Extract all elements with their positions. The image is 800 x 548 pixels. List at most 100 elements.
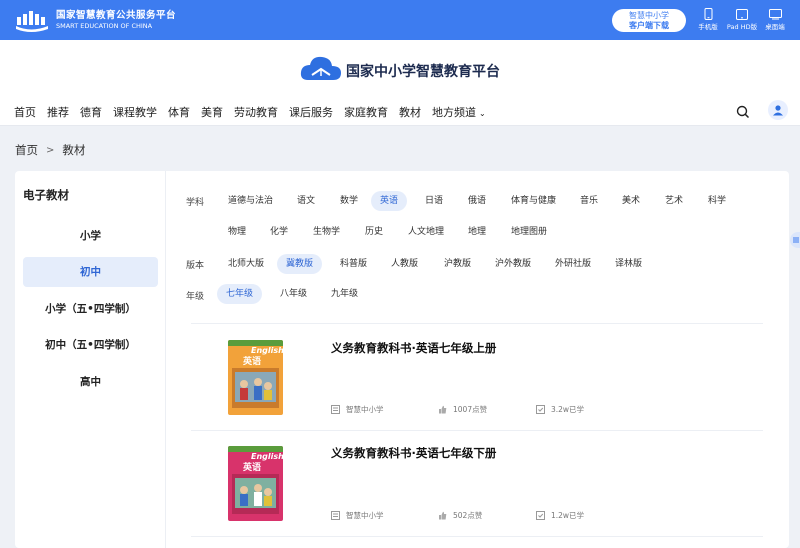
device-pad-label: Pad HD版 <box>726 23 758 31</box>
grade-filter-label: 年级 <box>186 292 205 302</box>
version-option[interactable]: 北师大版 <box>219 254 273 274</box>
nav-item-courses[interactable]: 课程教学 <box>113 104 157 120</box>
study-record-icon <box>536 511 545 520</box>
subject-option[interactable]: 地理图册 <box>502 222 556 242</box>
nav-item-arts[interactable]: 美育 <box>201 104 223 120</box>
version-option[interactable]: 人教版 <box>382 254 427 274</box>
book-publisher: 智慧中小学 <box>331 404 384 415</box>
publisher-icon <box>331 511 340 520</box>
subject-option[interactable]: 美术 <box>613 191 649 211</box>
subject-option[interactable]: 历史 <box>356 222 392 242</box>
sidebar-item-primary[interactable]: 小学 <box>23 221 158 251</box>
nav-item-labor[interactable]: 劳动教育 <box>234 104 278 120</box>
brand-cn-name: 国家智慧教育公共服务平台 <box>56 9 177 21</box>
top-bar: 国家智慧教育公共服务平台 SMART EDUCATION OF CHINA 智慧… <box>0 0 800 40</box>
subject-option[interactable]: 体育与健康 <box>502 191 565 211</box>
divider <box>191 430 763 431</box>
device-phone-label: 手机版 <box>698 23 718 31</box>
book-likes: 1007点赞 <box>438 404 487 415</box>
desktop-icon <box>768 7 782 21</box>
subject-option[interactable]: 数学 <box>331 191 367 211</box>
sidebar-item-primary-54[interactable]: 小学（五•四学制） <box>23 294 158 324</box>
device-pad-link[interactable]: Pad HD版 <box>722 7 762 31</box>
search-icon[interactable] <box>736 104 750 119</box>
sidebar-item-senior[interactable]: 高中 <box>23 367 158 397</box>
cover-cn-label: 英语 <box>243 357 262 367</box>
subject-option[interactable]: 人文地理 <box>399 222 453 242</box>
version-option[interactable]: 译林版 <box>606 254 651 274</box>
thumbs-up-icon <box>438 405 447 414</box>
publisher-name: 智慧中小学 <box>346 511 384 520</box>
subject-option-selected[interactable]: 英语 <box>371 191 408 211</box>
book-learners: 1.2w已学 <box>536 510 584 521</box>
grade-option[interactable]: 八年级 <box>271 284 316 304</box>
grade-option-selected[interactable]: 七年级 <box>217 284 263 304</box>
nav-item-sports[interactable]: 体育 <box>168 104 190 120</box>
cover-cn-label: 英语 <box>243 463 262 473</box>
likes-count: 502点赞 <box>453 511 483 520</box>
platform-logo[interactable]: 国家中小学智慧教育平台 <box>300 54 500 88</box>
divider <box>191 323 763 324</box>
sidebar-title: 电子教材 <box>23 188 69 202</box>
subject-option[interactable]: 化学 <box>261 222 297 242</box>
version-option[interactable]: 沪外教版 <box>486 254 540 274</box>
subject-option[interactable]: 日语 <box>416 191 452 211</box>
logo-row: 国家中小学智慧教育平台 <box>0 40 800 98</box>
nav-item-local-label: 地方频道 <box>432 106 476 119</box>
version-option[interactable]: 科普版 <box>331 254 376 274</box>
nav-item-textbooks[interactable]: 教材 <box>399 104 421 120</box>
breadcrumb-current: 教材 <box>62 143 86 157</box>
tablet-icon <box>736 7 748 21</box>
book-title[interactable]: 义务教育教科书·英语七年级上册 <box>331 340 496 356</box>
subject-option[interactable]: 艺术 <box>656 191 692 211</box>
version-option[interactable]: 沪教版 <box>435 254 480 274</box>
brand-en-name: SMART EDUCATION OF CHINA <box>56 21 153 30</box>
brand[interactable]: 国家智慧教育公共服务平台 SMART EDUCATION OF CHINA <box>14 7 176 33</box>
publisher-icon <box>331 405 340 414</box>
subject-option[interactable]: 地理 <box>459 222 495 242</box>
download-line-1: 智慧中小学 <box>629 11 669 20</box>
device-desktop-link[interactable]: 桌面端 <box>762 7 788 31</box>
download-line-2: 客户端下载 <box>629 21 669 30</box>
subject-option[interactable]: 科学 <box>699 191 735 211</box>
subject-option[interactable]: 语文 <box>288 191 324 211</box>
version-option[interactable]: 外研社版 <box>546 254 600 274</box>
client-download-button[interactable]: 智慧中小学 客户端下载 <box>612 9 686 32</box>
smart-education-logo-icon <box>14 7 52 33</box>
platform-title: 国家中小学智慧教育平台 <box>346 64 500 80</box>
nav-item-recommend[interactable]: 推荐 <box>47 104 69 120</box>
learners-count: 1.2w已学 <box>551 511 585 520</box>
device-phone-link[interactable]: 手机版 <box>696 7 720 31</box>
breadcrumb-separator: > <box>46 144 55 156</box>
subject-filter-label: 学科 <box>186 198 205 208</box>
nav-item-moral[interactable]: 德育 <box>80 104 102 120</box>
nav-item-local-channels[interactable]: 地方频道 ⌄ <box>432 104 486 120</box>
subject-option[interactable]: 物理 <box>219 222 255 242</box>
avatar[interactable] <box>768 100 788 120</box>
subject-option[interactable]: 俄语 <box>459 191 495 211</box>
side-tool-tab[interactable] <box>790 232 800 248</box>
learners-count: 3.2w已学 <box>551 405 585 414</box>
device-desktop-label: 桌面端 <box>765 23 785 31</box>
book-title[interactable]: 义务教育教科书·英语七年级下册 <box>331 445 496 461</box>
stage-sidebar: 电子教材 小学 初中 小学（五•四学制） 初中（五•四学制） 高中 <box>15 171 166 548</box>
phone-icon <box>704 7 713 21</box>
nav-item-after-school[interactable]: 课后服务 <box>289 104 333 120</box>
nav-item-home[interactable]: 首页 <box>14 104 36 120</box>
subject-option[interactable]: 音乐 <box>571 191 607 211</box>
cloud-book-logo-icon <box>300 54 342 88</box>
subject-option[interactable]: 生物学 <box>304 222 349 242</box>
book-likes: 502点赞 <box>438 510 482 521</box>
thumbs-up-icon <box>438 511 447 520</box>
divider <box>191 536 763 537</box>
breadcrumb-home[interactable]: 首页 <box>15 142 38 158</box>
publisher-name: 智慧中小学 <box>346 405 384 414</box>
subject-option[interactable]: 道德与法治 <box>219 191 282 211</box>
study-record-icon <box>536 405 545 414</box>
sidebar-item-junior[interactable]: 初中 <box>23 257 158 287</box>
grade-option[interactable]: 九年级 <box>322 284 367 304</box>
nav-item-family[interactable]: 家庭教育 <box>344 104 388 120</box>
book-publisher: 智慧中小学 <box>331 510 384 521</box>
version-option-selected[interactable]: 冀教版 <box>277 254 323 274</box>
sidebar-item-junior-54[interactable]: 初中（五•四学制） <box>23 330 158 360</box>
